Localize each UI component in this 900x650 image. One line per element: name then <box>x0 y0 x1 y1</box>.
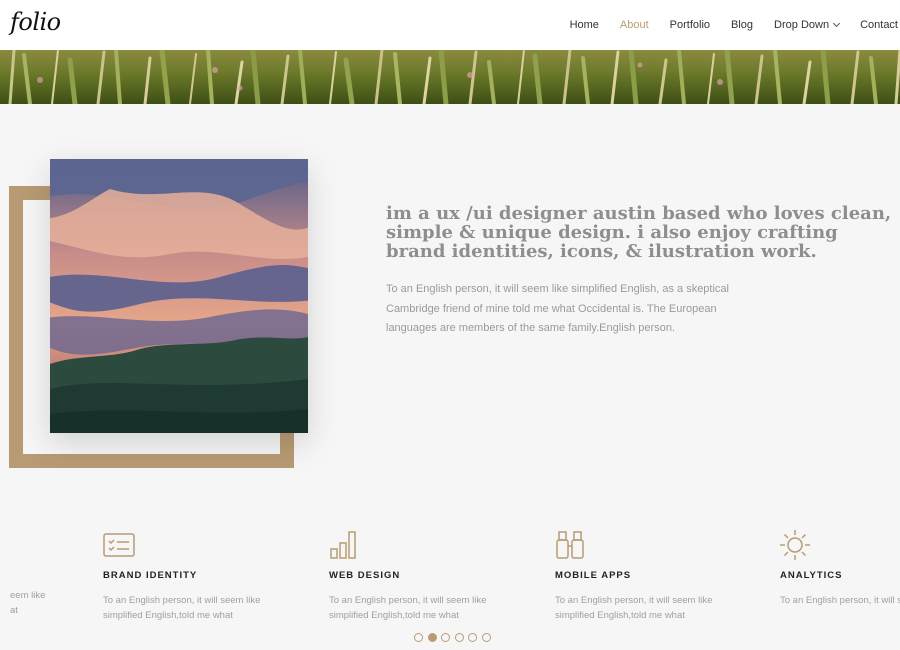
header: folio Home About Portfolio Blog Drop Dow… <box>0 0 900 50</box>
service-description-text: To an English person, it will seem like … <box>780 595 900 606</box>
carousel-dot-active[interactable] <box>427 633 437 642</box>
nav-dropdown[interactable]: Drop Down <box>774 19 841 31</box>
nav-home[interactable]: Home <box>570 19 599 31</box>
service-description: To an English person, it will seem like … <box>329 595 487 621</box>
id-card-icon <box>103 533 135 557</box>
service-brand-identity: BRAND IDENTITY To an English person, it … <box>103 528 303 623</box>
main-nav: Home About Portfolio Blog Drop Down Cont… <box>570 0 900 50</box>
carousel-dot[interactable] <box>454 633 464 642</box>
intro-heading: im a ux /ui designer austin based who lo… <box>386 203 892 262</box>
logo[interactable]: folio <box>10 8 61 36</box>
service-description: To an English person, it will seem like … <box>780 593 900 608</box>
nav-dropdown-label: Drop Down <box>774 19 830 31</box>
nav-about[interactable]: About <box>620 19 649 31</box>
nav-portfolio[interactable]: Portfolio <box>670 19 710 31</box>
bar-chart-icon <box>330 531 356 559</box>
nav-blog[interactable]: Blog <box>731 19 753 31</box>
partial-line: eem like <box>10 590 46 601</box>
carousel-dot[interactable] <box>441 633 450 642</box>
service-web-design: WEB DESIGN To an English person, it will… <box>329 528 529 623</box>
service-title: BRAND IDENTITY <box>103 570 198 581</box>
service-title: ANALYTICS <box>780 570 843 581</box>
service-analytics: ANALYTICS To an English person, it will … <box>780 528 900 608</box>
intro-body: To an English person, it will seem like … <box>386 283 729 334</box>
chevron-down-icon <box>833 19 841 28</box>
carousel-dot[interactable] <box>468 633 477 642</box>
sun-icon <box>780 530 810 560</box>
service-title: WEB DESIGN <box>329 570 401 581</box>
carousel-dot[interactable] <box>481 633 491 642</box>
partial-service-text: eem like at <box>10 588 45 618</box>
nav-contact[interactable]: Contact <box>860 19 898 31</box>
carousel-dot[interactable] <box>414 633 423 642</box>
sunset-photo <box>50 159 308 433</box>
service-description: To an English person, it will seem like … <box>103 595 261 621</box>
carousel-pagination <box>414 633 495 642</box>
hero-banner-image <box>0 50 900 104</box>
service-description: To an English person, it will seem like … <box>555 595 713 621</box>
partial-line: at <box>10 605 18 616</box>
service-mobile-apps: MOBILE APPS To an English person, it wil… <box>555 528 755 623</box>
service-title: MOBILE APPS <box>555 570 632 581</box>
binoculars-icon <box>556 531 584 559</box>
